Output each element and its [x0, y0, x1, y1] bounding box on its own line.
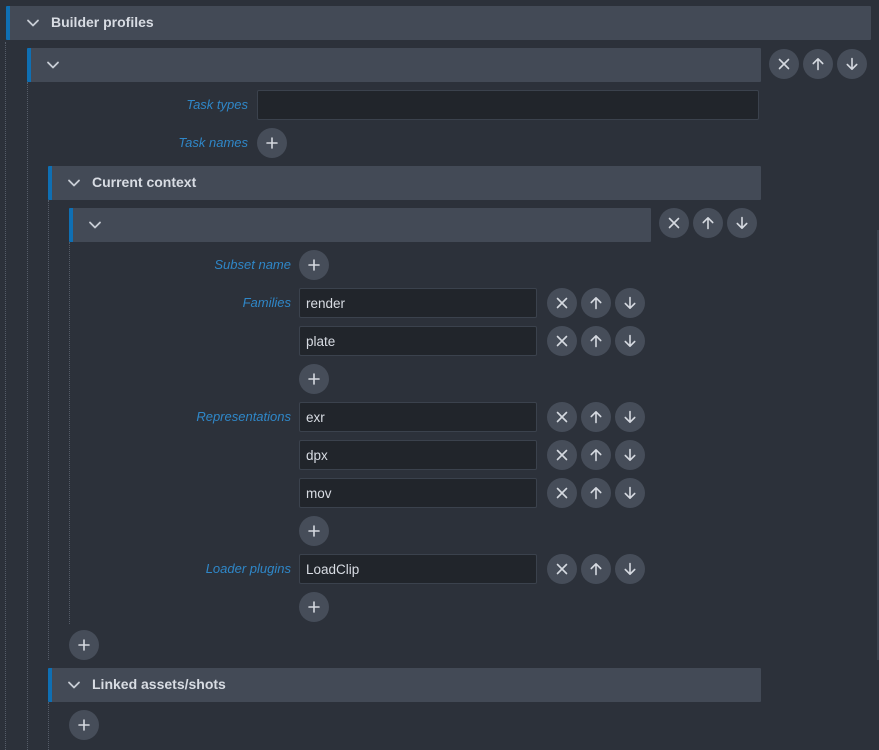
families-label: Families	[242, 295, 291, 310]
loader-plugins-input[interactable]	[299, 554, 537, 584]
plus-icon	[78, 639, 90, 651]
plus-icon	[308, 525, 320, 537]
remove-context-item-button[interactable]	[659, 208, 689, 238]
arrow-down-icon	[624, 486, 636, 499]
arrow-down-icon	[624, 410, 636, 423]
arrow-up-icon	[590, 411, 602, 424]
move-context-item-up-button[interactable]	[693, 208, 723, 238]
arrow-up-icon	[590, 335, 602, 348]
move-representation-down-button[interactable]	[615, 402, 645, 432]
plus-icon	[308, 373, 320, 385]
task-types-label: Task types	[186, 97, 248, 112]
plus-icon	[308, 259, 320, 271]
chevron-down-icon[interactable]	[88, 218, 102, 232]
close-icon	[556, 297, 568, 309]
chevron-down-icon[interactable]	[46, 58, 60, 72]
move-representation-up-button[interactable]	[581, 478, 611, 508]
remove-loader-plugin-button[interactable]	[547, 554, 577, 584]
arrow-down-icon	[624, 562, 636, 575]
families-input[interactable]	[299, 288, 537, 318]
move-representation-up-button[interactable]	[581, 402, 611, 432]
move-representation-down-button[interactable]	[615, 440, 645, 470]
remove-profile-button[interactable]	[769, 49, 799, 79]
move-context-item-down-button[interactable]	[727, 208, 757, 238]
move-representation-up-button[interactable]	[581, 440, 611, 470]
loader-plugins-label: Loader plugins	[205, 561, 291, 576]
builder-profiles-header[interactable]: Builder profiles	[6, 6, 871, 40]
representations-input[interactable]	[299, 478, 537, 508]
remove-representation-button[interactable]	[547, 440, 577, 470]
linked-assets-header[interactable]: Linked assets/shots	[48, 668, 761, 702]
close-icon	[556, 449, 568, 461]
close-icon	[556, 335, 568, 347]
close-icon	[556, 487, 568, 499]
close-icon	[668, 217, 680, 229]
add-task-name-button[interactable]	[257, 128, 287, 158]
context-item-header[interactable]	[69, 208, 651, 242]
move-profile-up-button[interactable]	[803, 49, 833, 79]
arrow-down-icon	[846, 57, 858, 70]
add-family-button[interactable]	[299, 364, 329, 394]
remove-representation-button[interactable]	[547, 478, 577, 508]
move-family-up-button[interactable]	[581, 326, 611, 356]
subset-name-label: Subset name	[214, 257, 291, 272]
arrow-down-icon	[624, 334, 636, 347]
arrow-up-icon	[590, 449, 602, 462]
chevron-down-icon[interactable]	[67, 176, 81, 190]
representations-input[interactable]	[299, 402, 537, 432]
remove-family-button[interactable]	[547, 326, 577, 356]
add-context-item-button[interactable]	[69, 630, 99, 660]
add-loader-plugin-button[interactable]	[299, 592, 329, 622]
arrow-up-icon	[590, 563, 602, 576]
tree-guide-line	[48, 702, 49, 750]
section-title: Builder profiles	[51, 14, 154, 30]
remove-family-button[interactable]	[547, 288, 577, 318]
move-family-up-button[interactable]	[581, 288, 611, 318]
move-loader-plugin-down-button[interactable]	[615, 554, 645, 584]
move-profile-down-button[interactable]	[837, 49, 867, 79]
chevron-down-icon[interactable]	[67, 678, 81, 692]
task-names-label: Task names	[178, 135, 248, 150]
arrow-up-icon	[590, 297, 602, 310]
chevron-down-icon[interactable]	[26, 16, 40, 30]
arrow-down-icon	[736, 216, 748, 229]
plus-icon	[266, 137, 278, 149]
close-icon	[556, 563, 568, 575]
plus-icon	[308, 601, 320, 613]
move-family-down-button[interactable]	[615, 326, 645, 356]
section-title: Linked assets/shots	[92, 676, 226, 692]
arrow-up-icon	[702, 217, 714, 230]
add-subset-name-button[interactable]	[299, 250, 329, 280]
representations-input[interactable]	[299, 440, 537, 470]
plus-icon	[78, 719, 90, 731]
tree-guide-line	[69, 242, 70, 624]
profile-item-header[interactable]	[27, 48, 761, 82]
add-linked-asset-button[interactable]	[69, 710, 99, 740]
close-icon	[556, 411, 568, 423]
arrow-up-icon	[590, 487, 602, 500]
add-representation-button[interactable]	[299, 516, 329, 546]
arrow-up-icon	[812, 58, 824, 71]
arrow-down-icon	[624, 448, 636, 461]
tree-guide-line	[27, 82, 28, 750]
move-family-down-button[interactable]	[615, 288, 645, 318]
move-representation-down-button[interactable]	[615, 478, 645, 508]
remove-representation-button[interactable]	[547, 402, 577, 432]
representations-label: Representations	[196, 409, 291, 424]
current-context-header[interactable]: Current context	[48, 166, 761, 200]
families-input[interactable]	[299, 326, 537, 356]
close-icon	[778, 58, 790, 70]
section-title: Current context	[92, 174, 197, 190]
move-loader-plugin-up-button[interactable]	[581, 554, 611, 584]
arrow-down-icon	[624, 296, 636, 309]
tree-guide-line	[5, 42, 6, 750]
task-types-input[interactable]	[257, 90, 759, 120]
tree-guide-line	[48, 200, 49, 660]
